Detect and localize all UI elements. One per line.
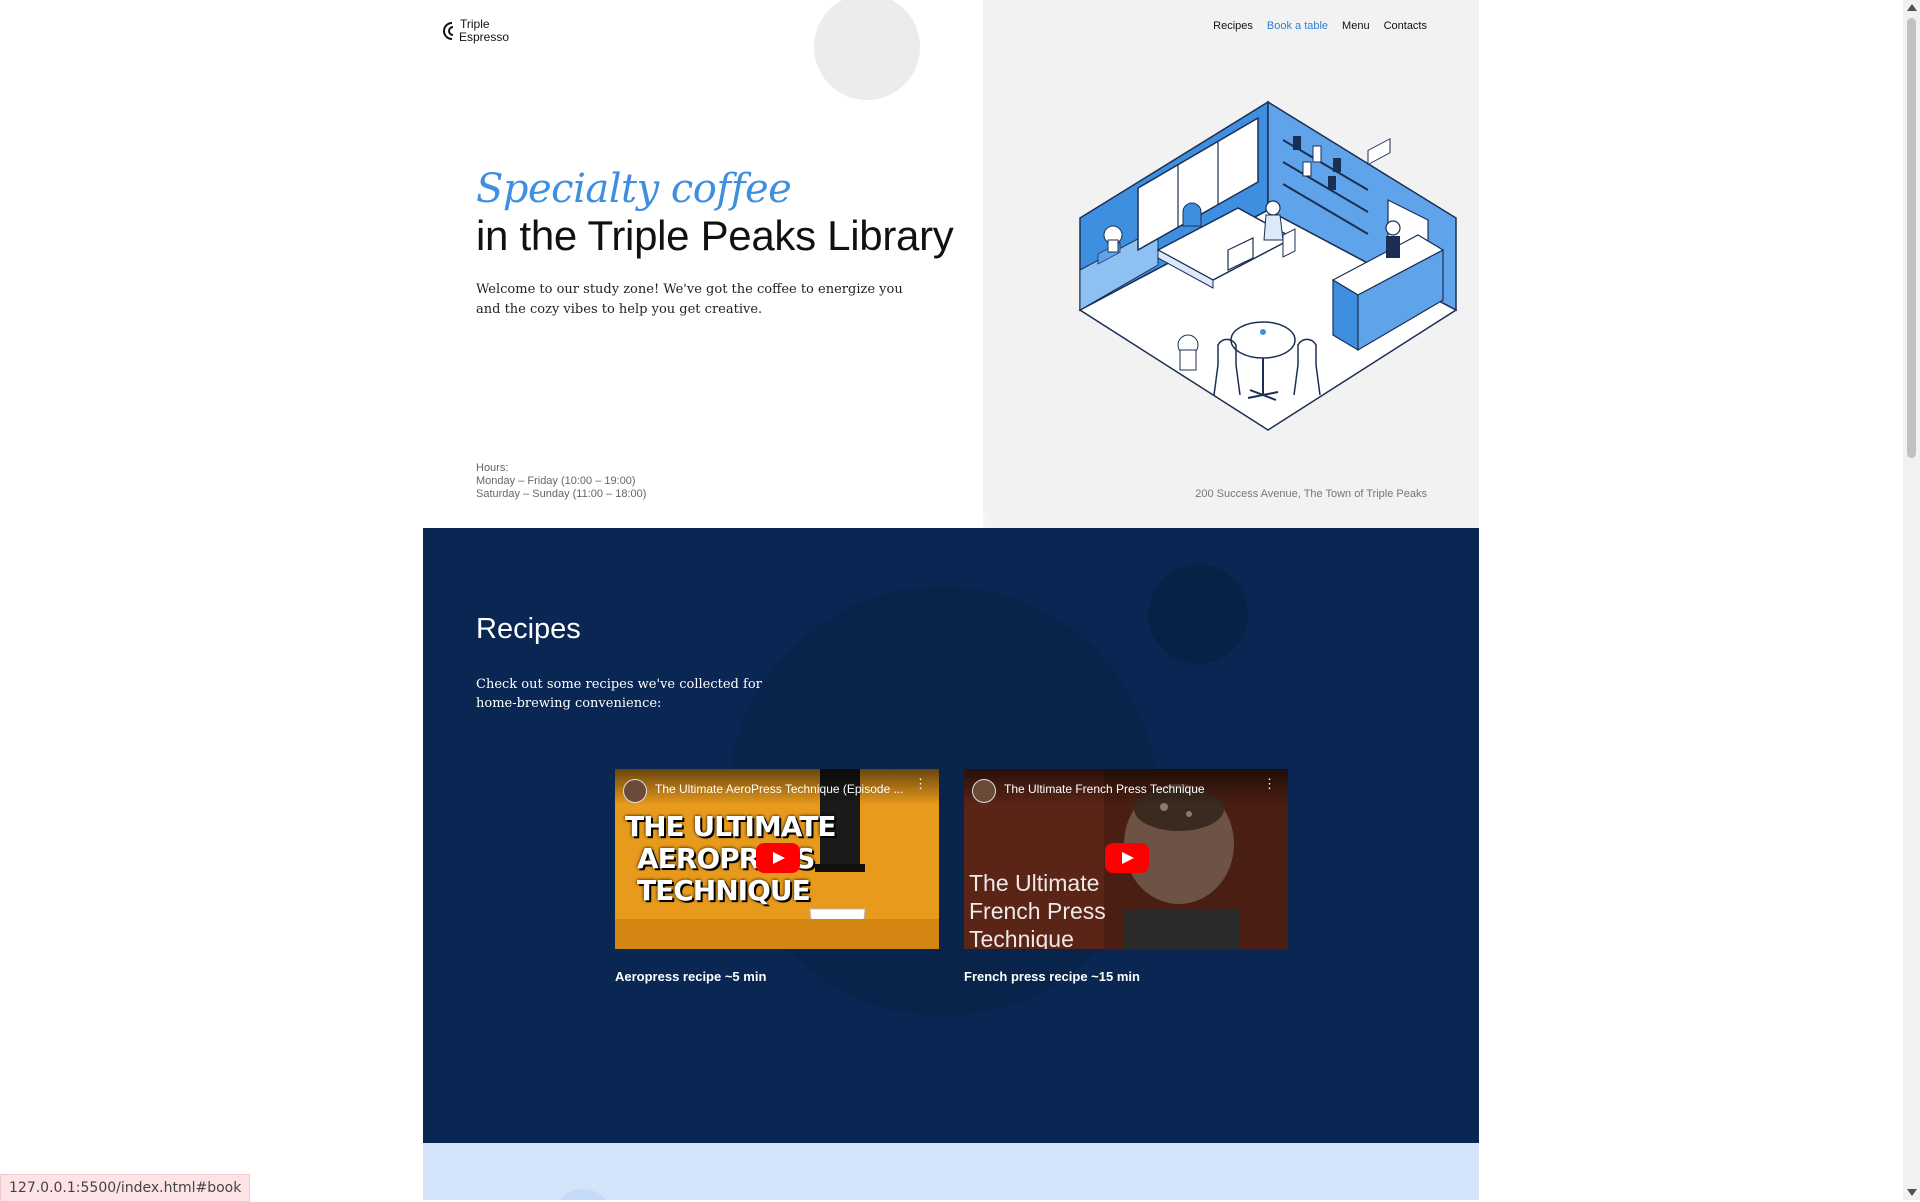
thumb-text-line2: AEROPRESS bbox=[637, 842, 815, 875]
play-button-icon[interactable] bbox=[1105, 843, 1149, 873]
thumb-text-line1: The Ultimate bbox=[969, 870, 1100, 896]
thumb-text-line1: THE ULTIMATE bbox=[625, 810, 836, 843]
thumb-text-line3: Technique bbox=[969, 926, 1074, 949]
more-options-icon[interactable]: ⋮ bbox=[914, 777, 927, 790]
opening-hours: Hours: Monday – Friday (10:00 – 19:00) S… bbox=[476, 462, 646, 501]
hours-label: Hours: bbox=[476, 462, 509, 474]
hero-title-italic: Specialty coffee bbox=[476, 166, 792, 212]
channel-avatar[interactable] bbox=[623, 779, 647, 803]
nav-link-recipes[interactable]: Recipes bbox=[1213, 20, 1253, 32]
vertical-scrollbar[interactable] bbox=[1903, 0, 1920, 1200]
scrollbar-thumb[interactable] bbox=[1907, 18, 1916, 458]
cafe-illustration bbox=[1078, 100, 1458, 431]
video-caption-aeropress: Aeropress recipe ~5 min bbox=[615, 969, 767, 984]
hero-section: Triple Espresso Recipes Book a table Men… bbox=[423, 0, 1479, 528]
recipes-title: Recipes bbox=[476, 613, 581, 645]
recipes-subtitle: Check out some recipes we've collected f… bbox=[476, 677, 762, 711]
nav-link-contacts[interactable]: Contacts bbox=[1384, 20, 1427, 32]
channel-avatar[interactable] bbox=[972, 779, 996, 803]
logo-mark-icon bbox=[443, 22, 454, 40]
scroll-up-arrow-icon[interactable] bbox=[1907, 4, 1917, 11]
more-options-icon[interactable]: ⋮ bbox=[1263, 777, 1276, 790]
main-nav: Recipes Book a table Menu Contacts bbox=[1213, 20, 1427, 32]
page: Triple Espresso Recipes Book a table Men… bbox=[423, 0, 1479, 1200]
next-section bbox=[423, 1143, 1479, 1200]
video-aeropress[interactable]: THE ULTIMATE AEROPRESS TECHNIQUE The Ult… bbox=[615, 769, 939, 949]
video-french-press[interactable]: The Ultimate French Press Technique The … bbox=[964, 769, 1288, 949]
video-title[interactable]: The Ultimate French Press Technique bbox=[1004, 782, 1254, 796]
nav-link-book-a-table[interactable]: Book a table bbox=[1267, 20, 1328, 32]
video-title[interactable]: The Ultimate AeroPress Technique (Episod… bbox=[655, 782, 905, 796]
header: Triple Espresso Recipes Book a table Men… bbox=[423, 0, 1479, 60]
address: 200 Success Avenue, The Town of Triple P… bbox=[1195, 488, 1427, 500]
play-button-icon[interactable] bbox=[756, 843, 800, 873]
hours-weekdays: Monday – Friday (10:00 – 19:00) bbox=[476, 475, 636, 487]
logo-line2: Espresso bbox=[459, 30, 510, 44]
thumb-text-line2: French Press bbox=[969, 898, 1106, 924]
logo[interactable]: Triple Espresso bbox=[441, 18, 509, 44]
hero-title: Specialty coffee in the Triple Peaks Lib… bbox=[476, 165, 954, 259]
nav-link-menu[interactable]: Menu bbox=[1342, 20, 1370, 32]
video-caption-french-press: French press recipe ~15 min bbox=[964, 969, 1140, 984]
recipes-section: Recipes Check out some recipes we've col… bbox=[423, 528, 1479, 1143]
scroll-down-arrow-icon[interactable] bbox=[1907, 1189, 1917, 1196]
hours-weekend: Saturday – Sunday (11:00 – 18:00) bbox=[476, 488, 647, 500]
browser-status-url: 127.0.0.1:5500/index.html#book bbox=[0, 1174, 251, 1202]
hero-description: Welcome to our study zone! We've got the… bbox=[476, 282, 903, 317]
hero-title-main: in the Triple Peaks Library bbox=[476, 212, 954, 259]
thumb-text-line3: TECHNIQUE bbox=[637, 874, 811, 907]
next-decor-circle bbox=[553, 1189, 613, 1200]
recipes-decor-circle-small bbox=[1148, 564, 1248, 664]
